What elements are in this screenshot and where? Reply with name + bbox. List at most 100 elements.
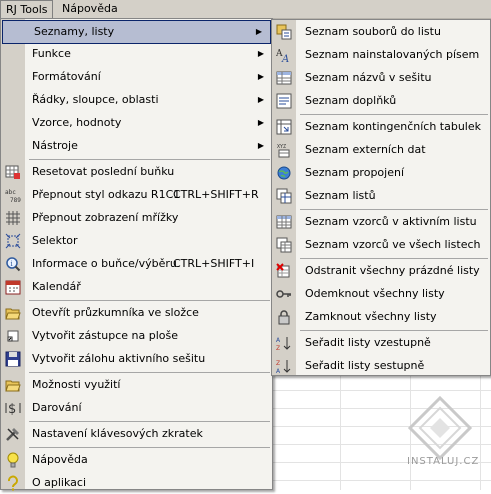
submenu-item-file-list[interactable]: Seznam souborů do listu: [272, 21, 490, 43]
menu-item-label: Otevřít průzkumníka ve složce: [32, 306, 199, 319]
menu-item-seznamy-listy[interactable]: Seznamy, listy ▶: [2, 20, 271, 44]
menu-separator: [300, 209, 488, 210]
menu-item-label: Seznam názvů v sešitu: [305, 71, 432, 84]
submenu-item-formulas-all[interactable]: Seznam vzorců ve všech listech: [272, 234, 490, 256]
submenu-item-lock-sheets[interactable]: Zamknout všechny listy: [272, 306, 490, 328]
menu-item-label: Seznam kontingenčních tabulek: [305, 120, 481, 133]
submenu-item-names[interactable]: Seznam názvů v sešitu: [272, 67, 490, 89]
svg-text:XYZ: XYZ: [277, 144, 286, 150]
help-question-icon: [8, 475, 18, 491]
sort-ascending-icon: AZ: [276, 337, 291, 351]
menu-item-label: Informace o buňce/výběru: [32, 257, 177, 270]
menu-separator: [300, 114, 488, 115]
submenu-arrow-icon: ▶: [257, 49, 264, 58]
menu-item-kalendar[interactable]: Kalendář: [1, 276, 272, 298]
submenu-item-addins[interactable]: Seznam doplňků: [272, 90, 490, 112]
submenu-arrow-icon: ▶: [257, 72, 264, 81]
menu-item-nastroje[interactable]: Nástroje ▶: [1, 135, 272, 157]
menu-item-label: Formátování: [32, 70, 101, 83]
menu-item-label: Vzorce, hodnoty: [32, 116, 122, 129]
menu-item-vzorce-hodnoty[interactable]: Vzorce, hodnoty ▶: [1, 112, 272, 134]
seznamy-listy-submenu: Seznam souborů do listu AA Seznam nainst…: [271, 19, 491, 376]
shortcut-icon: [7, 330, 19, 342]
magnifier-info-icon: i: [6, 257, 21, 272]
submenu-item-sort-desc[interactable]: ZA Seřadit listy sestupně: [272, 355, 490, 377]
submenu-item-sheets[interactable]: Seznam listů: [272, 185, 490, 207]
menu-item-label: Přepnout zobrazení mřížky: [32, 211, 179, 224]
menu-item-reset-last-cell[interactable]: Resetovat poslední buňku: [1, 161, 272, 183]
submenu-item-sort-asc[interactable]: AZ Seřadit listy vzestupně: [272, 332, 490, 354]
watermark-text: INSTALUJ.CZ: [407, 456, 480, 467]
submenu-item-unlock-sheets[interactable]: Odemknout všechny listy: [272, 283, 490, 305]
grid-icon: [6, 211, 20, 225]
submenu-item-links[interactable]: Seznam propojení: [272, 162, 490, 184]
submenu-item-external-data[interactable]: XYZ Seznam externích dat: [272, 139, 490, 161]
sort-descending-icon: ZA: [276, 360, 291, 374]
submenu-item-delete-empty-sheets[interactable]: Odstranit všechny prázdné listy: [272, 260, 490, 282]
external-data-icon: XYZ: [277, 144, 290, 158]
formulas-all-sheets-icon: [276, 237, 292, 253]
menu-item-label: Seznam vzorců v aktivním listu: [305, 215, 477, 228]
svg-text:$: $: [8, 402, 16, 416]
watermark-logo: [407, 395, 473, 461]
lightbulb-icon: [7, 452, 19, 468]
sheets-icon: [276, 188, 292, 204]
folder-open-icon: [5, 308, 21, 320]
menu-item-label: Seřadit listy vzestupně: [305, 336, 431, 349]
submenu-arrow-icon: ▶: [257, 118, 264, 127]
menu-rj-tools[interactable]: RJ Tools: [0, 0, 54, 18]
menu-item-napoveda[interactable]: Nápověda: [1, 449, 272, 471]
menu-separator: [29, 421, 270, 422]
menu-item-label: Seznamy, listy: [34, 25, 115, 38]
menu-item-open-explorer[interactable]: Otevřít průzkumníka ve složce: [1, 302, 272, 324]
key-icon: [276, 290, 291, 298]
lock-icon: [278, 310, 290, 325]
menu-item-moznosti-vyuziti[interactable]: Možnosti využití: [1, 374, 272, 396]
menu-item-backup-workbook[interactable]: Vytvořit zálohu aktivního sešitu: [1, 348, 272, 370]
menu-item-keyboard-shortcuts[interactable]: Nastavení klávesových zkratek: [1, 423, 272, 445]
svg-text:789: 789: [10, 197, 21, 203]
menu-item-label: Zamknout všechny listy: [305, 310, 437, 323]
shortcut-label: CTRL+SHIFT+R: [173, 188, 259, 201]
menu-item-formatovani[interactable]: Formátování ▶: [1, 66, 272, 88]
floppy-save-icon: [5, 351, 21, 367]
menu-item-label: Seznam listů: [305, 189, 376, 202]
names-table-icon: [276, 71, 292, 85]
menu-item-o-aplikaci[interactable]: O aplikaci: [1, 472, 272, 494]
menu-separator: [29, 447, 270, 448]
menu-item-label: Možnosti využití: [32, 378, 121, 391]
menu-item-label: Odemknout všechny listy: [305, 287, 445, 300]
menu-item-funkce[interactable]: Funkce ▶: [1, 43, 272, 65]
menu-item-toggle-grid[interactable]: Přepnout zobrazení mřížky: [1, 207, 272, 229]
menu-separator: [29, 300, 270, 301]
menu-item-label: Seznam vzorců ve všech listech: [305, 238, 481, 251]
menu-item-label: Seznam doplňků: [305, 94, 397, 107]
menu-item-radky-sloupce[interactable]: Řádky, sloupce, oblasti ▶: [1, 89, 272, 111]
submenu-item-pivot-tables[interactable]: Seznam kontingenčních tabulek: [272, 116, 490, 138]
menu-item-label: Resetovat poslední buňku: [32, 165, 175, 178]
menu-item-desktop-shortcut[interactable]: Vytvořit zástupce na ploše: [1, 325, 272, 347]
pivot-table-icon: [276, 119, 292, 135]
svg-text:Z: Z: [276, 360, 280, 367]
submenu-item-formulas-active[interactable]: Seznam vzorců v aktivním listu: [272, 211, 490, 233]
svg-text:Z: Z: [276, 345, 280, 351]
rj-tools-menu: Seznamy, listy ▶ Funkce ▶ Formátování ▶ …: [0, 18, 273, 491]
calendar-icon: [5, 280, 21, 295]
globe-link-icon: [277, 166, 291, 180]
file-list-icon: [276, 24, 292, 40]
menu-item-selektor[interactable]: Selektor: [1, 230, 272, 252]
menu-item-label: Seznam nainstalovaných písem: [305, 48, 480, 61]
submenu-item-fonts[interactable]: AA Seznam nainstalovaných písem: [272, 44, 490, 66]
addins-icon: [276, 93, 292, 109]
menu-item-toggle-r1c1[interactable]: abc 789 Přepnout styl odkazu R1C1 CTRL+SH…: [1, 184, 272, 206]
menu-rj-tools-label: RJ Tools: [6, 3, 48, 16]
menu-item-label: Řádky, sloupce, oblasti: [32, 93, 159, 106]
menu-napoveda[interactable]: Nápověda: [57, 0, 123, 17]
menu-napoveda-label: Nápověda: [62, 2, 118, 15]
menu-item-darovani[interactable]: $ Darování: [1, 397, 272, 419]
menu-item-label: Seznam externích dat: [305, 143, 426, 156]
menu-item-label: Nastavení klávesových zkratek: [32, 427, 203, 440]
shortcut-label: CTRL+SHIFT+I: [173, 257, 255, 270]
svg-text:A: A: [276, 368, 281, 374]
menu-item-cell-info[interactable]: i Informace o buňce/výběru CTRL+SHIFT+I: [1, 253, 272, 275]
